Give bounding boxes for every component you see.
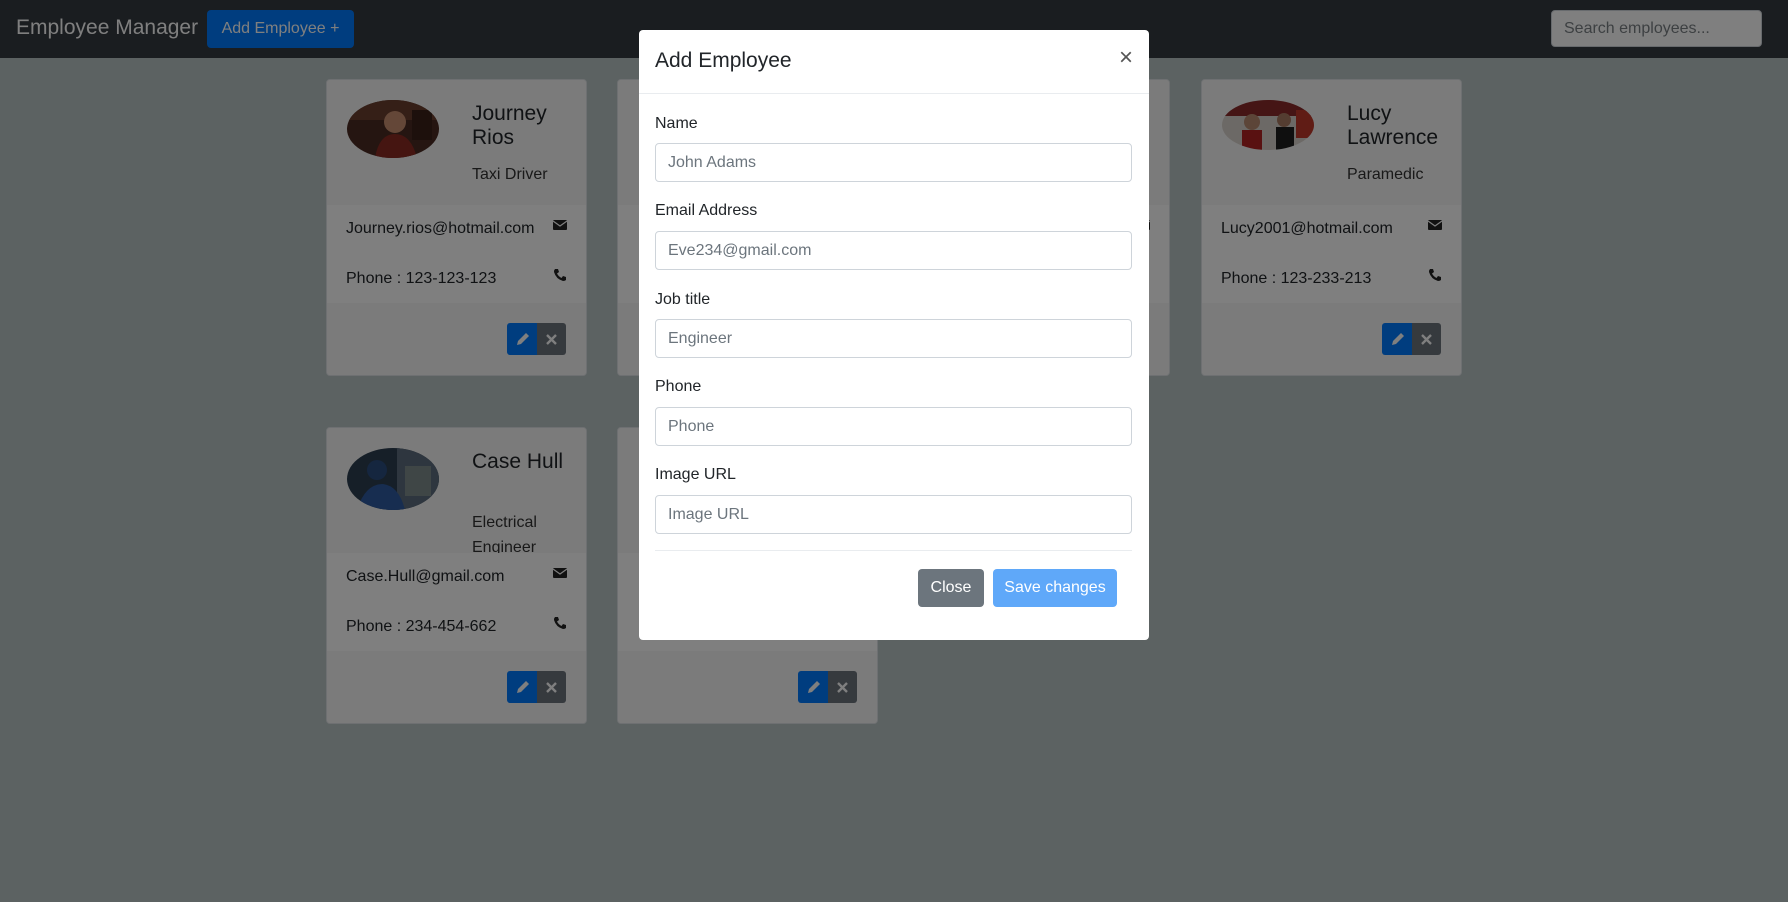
job-title-label: Job title: [655, 291, 711, 308]
modal-header-divider: [639, 93, 1149, 94]
phone-label: Phone: [655, 378, 702, 395]
add-employee-modal: Add Employee × Name Email Address Job ti…: [639, 30, 1149, 640]
modal-title: Add Employee: [655, 49, 792, 72]
email-label: Email Address: [655, 202, 758, 219]
email-field[interactable]: [655, 231, 1132, 270]
save-changes-button[interactable]: Save changes: [993, 569, 1117, 607]
modal-footer-divider: [655, 550, 1132, 551]
phone-field[interactable]: [655, 407, 1132, 446]
image-url-label: Image URL: [655, 466, 736, 483]
name-label: Name: [655, 115, 698, 132]
close-button[interactable]: Close: [918, 569, 984, 607]
close-icon[interactable]: ×: [1119, 46, 1133, 70]
name-field[interactable]: [655, 143, 1132, 182]
job-title-field[interactable]: [655, 319, 1132, 358]
image-url-field[interactable]: [655, 495, 1132, 534]
